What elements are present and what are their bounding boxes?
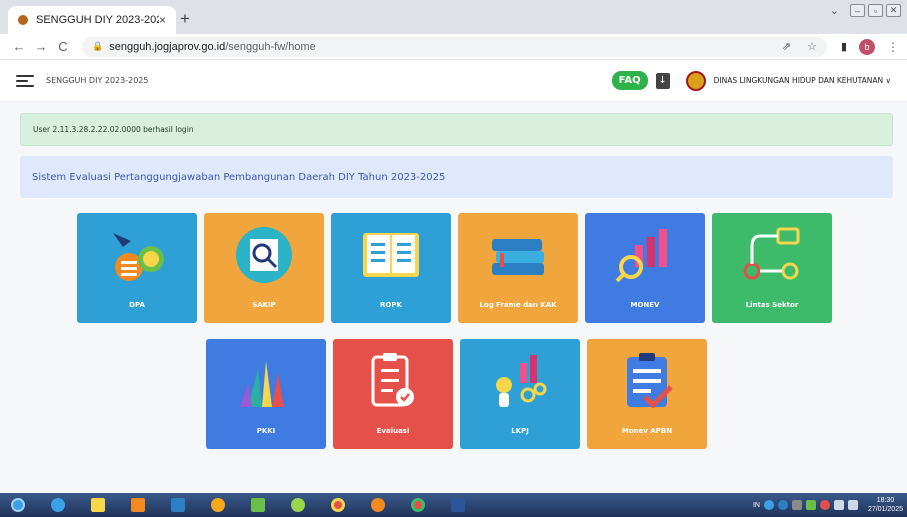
monev-chart-icon <box>615 229 667 283</box>
tray-app2-icon[interactable] <box>805 500 816 510</box>
tile-label: SAKIP <box>252 301 276 309</box>
taskbar-vlc-icon[interactable] <box>124 495 152 515</box>
tile-monev-apbn[interactable]: Monev APBN <box>587 339 707 449</box>
diy-emblem-icon <box>685 70 706 91</box>
flow-diagram-icon <box>743 227 800 280</box>
volume-icon[interactable] <box>847 500 858 510</box>
checklist-icon <box>371 353 414 407</box>
reload-button[interactable]: C <box>52 39 74 54</box>
agency-dropdown[interactable]: DINAS LINGKUNGAN HIDUP DAN KEHUTANAN ∨ <box>714 76 891 85</box>
tab-close-icon[interactable]: × <box>159 13 166 27</box>
tile-label: Log Frame dan KAK <box>479 301 557 309</box>
tray-app3-icon[interactable] <box>819 500 830 510</box>
taskbar-app-icon[interactable] <box>204 495 232 515</box>
faq-button[interactable]: FAQ <box>611 71 648 90</box>
browser-tab[interactable]: SENGGUH DIY 2023-2025 × <box>8 6 176 34</box>
taskbar-ie-icon[interactable] <box>44 495 72 515</box>
taskbar-media-icon[interactable] <box>164 495 192 515</box>
url-path: /sengguh-fw/home <box>225 40 316 53</box>
tile-label: PKKI <box>256 427 276 435</box>
taskbar-chrome-active-icon[interactable] <box>404 495 432 515</box>
tile-ropk[interactable]: ROPK <box>331 213 451 323</box>
url-host: sengguh.jogjaprov.go.id <box>109 40 226 53</box>
help-tray-icon[interactable] <box>763 500 774 510</box>
tile-dpa[interactable]: DPA <box>77 213 197 323</box>
clipboard-check-icon <box>627 353 673 409</box>
info-tray-icon[interactable] <box>777 500 788 510</box>
forward-button[interactable]: → <box>30 39 52 54</box>
agency-name: DINAS LINGKUNGAN HIDUP DAN KEHUTANAN <box>713 76 884 85</box>
tab-search-chevron-icon[interactable]: ⌄ <box>830 4 839 17</box>
tile-lkpj[interactable]: LKPJ <box>460 339 580 449</box>
tile-label: Evaluasi <box>376 427 410 435</box>
taskbar-clock[interactable]: 18:30 27/01/2025 <box>868 496 903 514</box>
tile-label: MONEV <box>630 301 660 309</box>
stacked-books-icon <box>492 239 544 275</box>
download-icon[interactable]: ↓ <box>655 72 670 89</box>
tray-app-icon[interactable] <box>791 500 802 510</box>
language-indicator[interactable]: IN <box>753 502 760 509</box>
pkki-icon <box>240 361 284 407</box>
tile-label: Monev APBN <box>621 427 673 435</box>
close-window-button[interactable]: ✕ <box>886 4 901 17</box>
network-icon[interactable] <box>833 500 844 510</box>
side-panel-icon[interactable]: ▮ <box>841 40 847 53</box>
ropk-book-icon <box>363 233 419 277</box>
tile-label: LKPJ <box>511 427 529 435</box>
browser-tabstrip: SENGGUH DIY 2023-2025 × + ⌄ – ▫ ✕ <box>0 0 907 34</box>
lock-icon: 🔒 <box>92 41 104 51</box>
browser-menu-icon[interactable]: ⋮ <box>887 40 899 54</box>
minimize-button[interactable]: – <box>850 4 865 17</box>
taskbar-paint-icon[interactable] <box>244 495 272 515</box>
chevron-down-icon: ∨ <box>885 76 892 85</box>
taskbar-firefox-icon[interactable] <box>364 495 392 515</box>
windows-taskbar: IN 18:30 27/01/2025 <box>0 493 907 517</box>
share-icon[interactable]: ⇗ <box>782 40 791 53</box>
browser-toolbar: ← → C 🔒 sengguh.jogjaprov.go.id /sengguh… <box>0 34 907 60</box>
taskbar-app2-icon[interactable] <box>284 495 312 515</box>
tile-label: DPA <box>129 301 145 309</box>
dpa-icon <box>113 233 164 281</box>
tile-lintas-sektor[interactable]: Lintas Sektor <box>712 213 832 323</box>
tile-label: Lintas Sektor <box>745 301 799 309</box>
taskbar-word-icon[interactable] <box>444 495 472 515</box>
window-controls: ⌄ – ▫ ✕ <box>830 4 901 17</box>
maximize-button[interactable]: ▫ <box>868 4 883 17</box>
tile-monev[interactable]: MONEV <box>585 213 705 323</box>
taskbar-chrome-icon[interactable] <box>324 495 352 515</box>
tile-log-frame-kak[interactable]: Log Frame dan KAK <box>458 213 578 323</box>
bookmark-star-icon[interactable]: ☆ <box>807 40 817 53</box>
system-tray: IN 18:30 27/01/2025 <box>753 496 903 514</box>
tile-sakip[interactable]: SAKIP <box>204 213 324 323</box>
clock-date: 27/01/2025 <box>867 506 903 513</box>
tab-title: SENGGUH DIY 2023-2025 <box>36 14 159 26</box>
lkpj-icon <box>496 355 547 407</box>
clock-time: 18:30 <box>876 497 895 504</box>
page-viewport: SENGGUH DIY 2023-2025 FAQ ↓ DINAS LINGKU… <box>0 60 907 493</box>
app-name: SENGGUH DIY 2023-2025 <box>46 76 149 85</box>
system-title-banner: Sistem Evaluasi Pertanggungjawaban Pemba… <box>20 156 893 198</box>
tile-pkki[interactable]: PKKI <box>206 339 326 449</box>
address-bar[interactable]: 🔒 sengguh.jogjaprov.go.id /sengguh-fw/ho… <box>82 36 827 57</box>
site-favicon-icon <box>18 15 28 25</box>
tile-evaluasi[interactable]: Evaluasi <box>333 339 453 449</box>
profile-avatar[interactable]: b <box>859 38 875 55</box>
new-tab-button[interactable]: + <box>180 9 190 29</box>
login-success-alert: User 2.11.3.28.2.22.02.0000 berhasil log… <box>20 113 893 146</box>
tile-label: ROPK <box>380 301 402 309</box>
hamburger-menu-icon[interactable] <box>16 74 34 87</box>
back-button[interactable]: ← <box>8 39 30 54</box>
taskbar-explorer-icon[interactable] <box>84 495 112 515</box>
sakip-icon <box>236 227 292 283</box>
start-button[interactable] <box>4 495 32 515</box>
app-header: SENGGUH DIY 2023-2025 FAQ ↓ DINAS LINGKU… <box>0 60 907 102</box>
